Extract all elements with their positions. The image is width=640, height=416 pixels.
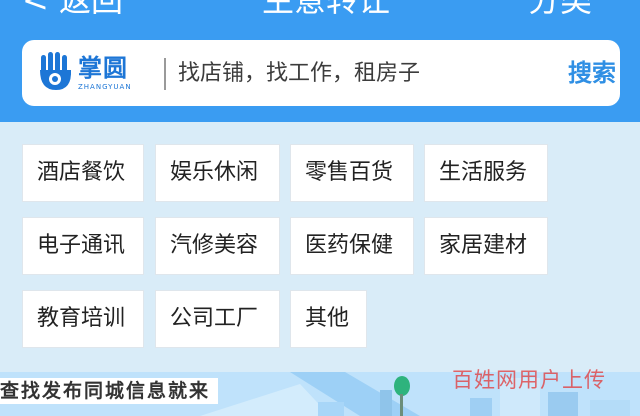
category-home-building[interactable]: 家居建材 xyxy=(424,217,548,275)
back-button[interactable]: < 返回 xyxy=(22,0,123,18)
zhangyuan-logo: 掌圆 ZHANGYUAN xyxy=(38,52,150,96)
category-medical[interactable]: 医药保健 xyxy=(290,217,414,275)
category-company-factory[interactable]: 公司工厂 xyxy=(155,290,280,348)
page-title: 生意转让 xyxy=(262,0,390,18)
palm-icon xyxy=(40,52,72,90)
banner-headline: 查找发布同城信息就来 xyxy=(0,378,219,404)
category-auto-repair[interactable]: 汽修美容 xyxy=(155,217,280,275)
category-menu-button[interactable]: 分类 xyxy=(528,0,592,18)
category-other[interactable]: 其他 xyxy=(290,290,367,348)
category-entertainment[interactable]: 娱乐休闲 xyxy=(155,144,280,202)
category-life-services[interactable]: 生活服务 xyxy=(424,144,548,202)
search-bar: 掌圆 ZHANGYUAN 搜索 xyxy=(22,40,620,106)
logo-wordmark: 掌圆 xyxy=(78,54,128,82)
header-title-row: < 返回 生意转让 分类 xyxy=(0,0,640,18)
watermark: 百姓网用户上传 xyxy=(452,368,606,392)
search-divider xyxy=(164,58,166,90)
category-retail[interactable]: 零售百货 xyxy=(290,144,414,202)
logo-subtext: ZHANGYUAN xyxy=(78,83,132,91)
search-button[interactable]: 搜索 xyxy=(568,56,616,90)
category-electronics[interactable]: 电子通讯 xyxy=(22,217,144,275)
category-hotel-dining[interactable]: 酒店餐饮 xyxy=(22,144,144,202)
category-education[interactable]: 教育培训 xyxy=(22,290,144,348)
search-input[interactable] xyxy=(178,55,538,91)
